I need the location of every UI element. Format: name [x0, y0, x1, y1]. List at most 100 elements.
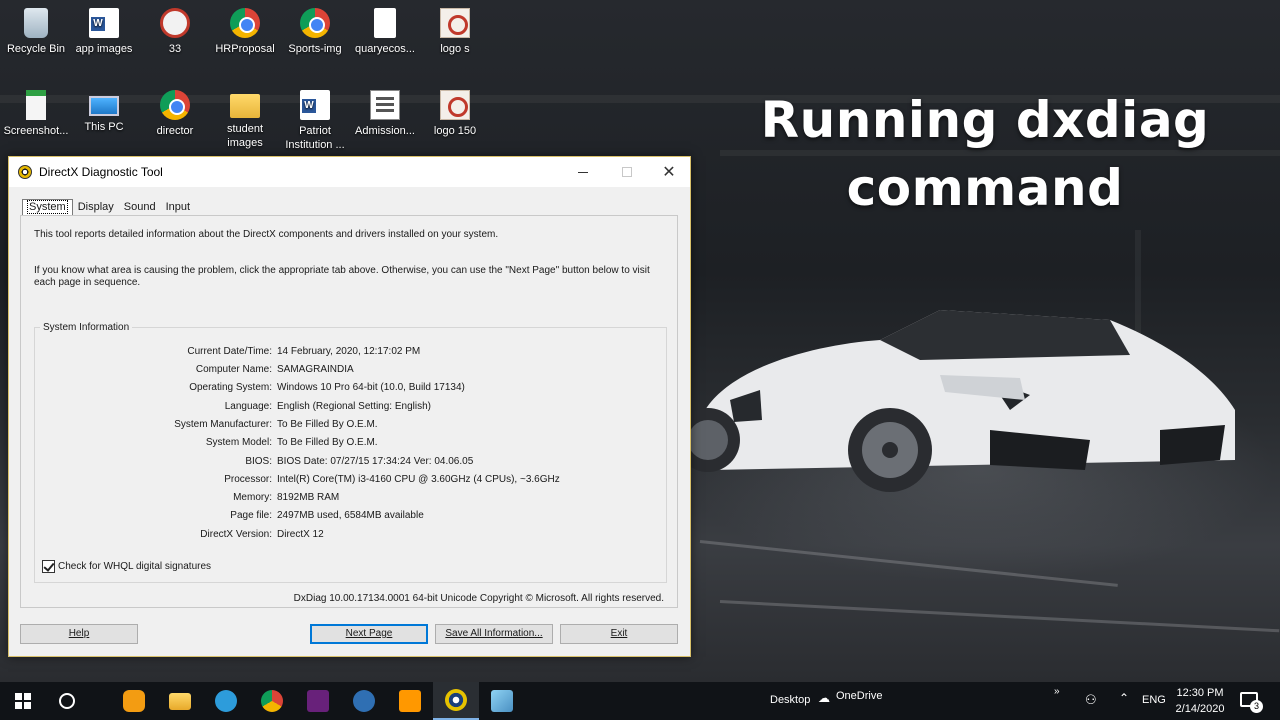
desktop-icon-label: student images: [226, 123, 264, 149]
taskbar-app-file-explorer[interactable]: [157, 682, 203, 720]
desktop-icon-label: Recycle Bin: [6, 43, 66, 55]
taskbar-app-directx-setup[interactable]: [341, 682, 387, 720]
floor-marking: [699, 540, 1118, 587]
dxdiag-icon: [445, 689, 467, 711]
next-page-button[interactable]: Next Page: [310, 624, 428, 644]
people-icon[interactable]: ⚇: [1085, 692, 1097, 708]
windows-logo-icon: [15, 693, 31, 709]
tab-label: System: [27, 200, 68, 214]
desktop-icon-app-images[interactable]: app images: [68, 8, 140, 56]
start-button[interactable]: [0, 682, 46, 720]
logo-image-icon: [440, 90, 470, 120]
info-label: DirectX Version:: [200, 529, 272, 540]
help-button[interactable]: Help: [20, 624, 138, 644]
desktop-icon-screenshot[interactable]: Screenshot...: [0, 90, 72, 138]
desktop-icon-hrproposal[interactable]: HRProposal: [209, 8, 281, 56]
taskbar-app-uc-browser[interactable]: [111, 682, 157, 720]
notification-count-badge: 3: [1250, 700, 1263, 713]
taskbar-app-notepad-3d[interactable]: [479, 682, 525, 720]
desktop-icon-sports-img[interactable]: Sports-img: [279, 8, 351, 56]
desktop-icon-this-pc[interactable]: This PC: [68, 90, 140, 134]
info-value: English (Regional Setting: English): [277, 401, 431, 412]
clock-time: 12:30 PM: [1176, 687, 1224, 699]
headline-line-1: Running dxdiag: [760, 91, 1210, 149]
this-pc-icon: [89, 96, 119, 116]
video-headline: Running dxdiag command: [730, 86, 1240, 222]
close-button[interactable]: ✕: [647, 157, 691, 187]
tab-sound[interactable]: Sound: [119, 199, 161, 215]
tab-input[interactable]: Input: [161, 199, 195, 215]
desktop-icon-label: app images: [75, 43, 133, 55]
desktop-icon-label: 33: [168, 43, 182, 55]
whql-checkbox[interactable]: Check for WHQL digital signatures: [42, 560, 211, 573]
desktop-icon-logo-150[interactable]: logo 150: [419, 90, 491, 138]
word-document-icon: [89, 8, 119, 38]
taskbar-app-visual-studio[interactable]: [295, 682, 341, 720]
input-language-indicator[interactable]: ENG: [1142, 694, 1166, 706]
tab-label: Sound: [123, 201, 156, 213]
save-all-information-button[interactable]: Save All Information...: [435, 624, 553, 644]
taskbar-app-ccleaner[interactable]: [203, 682, 249, 720]
file-explorer-icon: [169, 692, 191, 710]
checkbox-checked-icon[interactable]: [42, 560, 55, 573]
cortana-button[interactable]: [44, 682, 90, 720]
chrome-icon: [261, 690, 283, 712]
desktop-icon-logo-s[interactable]: logo s: [419, 8, 491, 56]
onedrive-cloud-icon[interactable]: ☁: [818, 691, 830, 705]
desktop-icon-admission[interactable]: Admission...: [349, 90, 421, 138]
desktop-icon-label: Admission...: [355, 125, 415, 137]
info-label: Processor:: [224, 474, 272, 485]
button-label: Next Page: [345, 628, 393, 639]
taskbar: Desktop ☁ OneDrive » ⚇ ⌃ ENG 12:30 PM 2/…: [0, 682, 1280, 720]
desktop-icon-quaryecos[interactable]: quaryecos...: [349, 8, 421, 56]
desktop-icon-patriot-institution[interactable]: Patriot Institution ...: [279, 90, 351, 152]
logo-image-icon: [440, 8, 470, 38]
word-document-icon: [300, 90, 330, 120]
desktop-toolbar-label[interactable]: Desktop: [770, 694, 810, 706]
seal-image-icon: [160, 8, 190, 38]
tab-display[interactable]: Display: [73, 199, 119, 215]
info-row-computer-name: Computer Name: SAMAGRAINDIA: [35, 363, 668, 377]
taskbar-clock[interactable]: 12:30 PM 2/14/2020: [1170, 685, 1230, 717]
info-label: Page file:: [230, 510, 272, 521]
chrome-icon: [300, 8, 330, 38]
ccleaner-icon: [215, 690, 237, 712]
whql-checkbox-label: Check for WHQL digital signatures: [58, 561, 212, 572]
exit-button[interactable]: Exit: [560, 624, 678, 644]
system-tab-panel: This tool reports detailed information a…: [20, 215, 678, 608]
desktop-icon-33[interactable]: 33: [139, 8, 211, 56]
info-label: System Manufacturer:: [174, 419, 272, 430]
desktop-icon-label: director: [156, 125, 194, 137]
car-wallpaper-image: [690, 310, 1235, 492]
info-row-page-file: Page file: 2497MB used, 6584MB available: [35, 509, 668, 523]
desktop-icon-label: Screenshot...: [3, 125, 69, 137]
desktop-icon-director[interactable]: director: [139, 90, 211, 138]
toolbar-overflow-chevron-icon[interactable]: »: [1054, 686, 1060, 697]
taskbar-app-chrome[interactable]: [249, 682, 295, 720]
tab-system[interactable]: System: [22, 199, 73, 216]
tab-label: Display: [77, 201, 114, 213]
info-row-bios: BIOS: BIOS Date: 07/27/15 17:34:24 Ver: …: [35, 455, 668, 469]
folder-icon: [230, 94, 260, 118]
taskbar-app-sublime-text[interactable]: [387, 682, 433, 720]
desktop-icon-recycle-bin[interactable]: Recycle Bin: [0, 8, 72, 56]
visual-studio-icon: [307, 690, 329, 712]
uc-browser-icon: [123, 690, 145, 712]
info-label: System Model:: [205, 437, 272, 448]
window-titlebar[interactable]: DirectX Diagnostic Tool ✕: [9, 157, 690, 187]
minimize-button[interactable]: [561, 157, 605, 187]
desktop-icon-label: logo s: [440, 43, 470, 55]
show-hidden-icons-chevron-icon[interactable]: ⌃: [1119, 691, 1129, 705]
onedrive-label[interactable]: OneDrive: [836, 690, 882, 702]
info-value: Windows 10 Pro 64-bit (10.0, Build 17134…: [277, 382, 465, 393]
window-title: DirectX Diagnostic Tool: [39, 165, 163, 179]
desktop-icon-student-images[interactable]: student images: [209, 90, 281, 150]
maximize-button[interactable]: [605, 157, 649, 187]
info-row-operating-system: Operating System: Windows 10 Pro 64-bit …: [35, 381, 668, 395]
info-label: Language:: [224, 401, 272, 412]
info-row-current-datetime: Current Date/Time: 14 February, 2020, 12…: [35, 345, 668, 359]
notepad-3d-icon: [491, 690, 513, 712]
taskbar-app-dxdiag[interactable]: [433, 682, 479, 720]
dxdiag-window: DirectX Diagnostic Tool ✕ System Display…: [8, 156, 691, 657]
dxdiag-copyright: DxDiag 10.00.17134.0001 64-bit Unicode C…: [293, 593, 664, 604]
